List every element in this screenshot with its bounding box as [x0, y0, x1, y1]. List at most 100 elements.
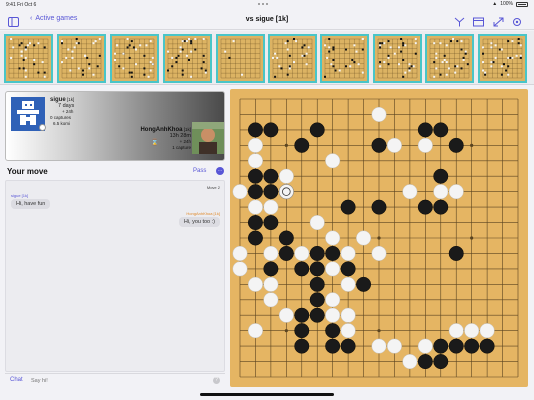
- black-stone: [247, 168, 263, 184]
- star-point: [377, 236, 381, 240]
- star-point: [284, 143, 288, 147]
- battery-icon: [516, 1, 528, 7]
- white-stone: [278, 307, 294, 323]
- white-stone: [371, 106, 387, 122]
- star-point: [377, 329, 381, 333]
- white-stone: [325, 153, 341, 169]
- game-thumbnail[interactable]: [425, 34, 474, 83]
- black-stone: [479, 338, 495, 354]
- white-stone: [232, 245, 248, 261]
- black-stone: [309, 122, 325, 138]
- black-stone: [340, 261, 356, 277]
- thumbnail-board: [167, 38, 208, 79]
- game-thumbnail[interactable]: [110, 34, 159, 83]
- player-avatar-bottom: [192, 122, 224, 154]
- black-stone: [263, 261, 279, 277]
- white-stone: [247, 137, 263, 153]
- black-stone: [448, 245, 464, 261]
- chat-area[interactable]: Move 2 sigue [1k] Hi, have fun HongAnhKh…: [5, 180, 225, 372]
- hourglass-icon: ⌛: [151, 140, 159, 146]
- white-stone: [325, 307, 341, 323]
- star-point: [470, 236, 474, 240]
- branch-icon[interactable]: [454, 14, 465, 27]
- star-point: [470, 143, 474, 147]
- black-stone: [448, 338, 464, 354]
- game-thumbnail[interactable]: [163, 34, 212, 83]
- avatar-status-dot: [39, 124, 46, 131]
- player-card: sigue [1k] 7 days + 24h 0 captures 6.5 k…: [5, 91, 225, 161]
- game-thumbnail[interactable]: [57, 34, 106, 83]
- game-thumbnail[interactable]: [216, 34, 265, 83]
- white-stone: [417, 137, 433, 153]
- thumbnail-board: [324, 38, 365, 79]
- black-stone: [340, 338, 356, 354]
- white-stone: [247, 276, 263, 292]
- wifi-icon: ▲: [492, 1, 498, 7]
- black-stone: [309, 276, 325, 292]
- black-stone: [278, 230, 294, 246]
- chat-author: HongAnhKhoa [1k]: [186, 211, 220, 216]
- thumbnail-board: [61, 38, 102, 79]
- black-stone: [263, 184, 279, 200]
- black-stone: [417, 354, 433, 370]
- multitask-dots: [258, 3, 276, 6]
- game-thumbnail[interactable]: [268, 34, 317, 83]
- settings-icon[interactable]: [512, 14, 523, 26]
- pass-button[interactable]: Pass: [193, 168, 206, 174]
- game-thumbnail[interactable]: [478, 34, 527, 83]
- white-stone: [356, 230, 372, 246]
- black-stone: [325, 338, 341, 354]
- white-stone: [247, 199, 263, 215]
- white-stone: [247, 323, 263, 339]
- white-stone: [371, 338, 387, 354]
- white-stone: [232, 184, 248, 200]
- white-stone: [247, 153, 263, 169]
- white-stone: [448, 323, 464, 339]
- black-stone: [294, 338, 310, 354]
- white-stone: [263, 245, 279, 261]
- white-stone: [294, 245, 310, 261]
- black-stone: [294, 261, 310, 277]
- black-stone: [371, 199, 387, 215]
- black-stone: [247, 122, 263, 138]
- chat-bar: Chat ?: [5, 373, 225, 387]
- black-stone: [448, 137, 464, 153]
- black-stone: [325, 323, 341, 339]
- white-stone: [232, 261, 248, 277]
- white-stone: [278, 168, 294, 184]
- go-board-canvas[interactable]: [230, 89, 528, 387]
- chat-author: sigue [1k]: [11, 193, 29, 198]
- chat-bubble: Hi, have fun: [11, 199, 51, 209]
- game-thumbnail[interactable]: [373, 34, 422, 83]
- white-stone: [263, 199, 279, 215]
- thumbnail-board: [377, 38, 418, 79]
- black-stone: [417, 122, 433, 138]
- white-stone: [325, 261, 341, 277]
- help-icon[interactable]: ?: [213, 377, 220, 384]
- black-stone: [278, 245, 294, 261]
- bottom-player-info: HongAnhKhoa [1k] 13h 28m + 24h 1 capture: [140, 127, 191, 150]
- black-stone: [433, 354, 449, 370]
- black-stone: [309, 245, 325, 261]
- game-thumbnail[interactable]: [4, 34, 53, 83]
- game-thumbnail[interactable]: [320, 34, 369, 83]
- expand-icon[interactable]: [493, 14, 504, 27]
- white-stone: [464, 323, 480, 339]
- chat-tab[interactable]: Chat: [10, 377, 23, 383]
- window-icon[interactable]: [473, 14, 484, 27]
- chat-input[interactable]: [31, 376, 211, 385]
- black-stone: [247, 184, 263, 200]
- navigation-bar: ‹ Active games vs sigue [1k]: [0, 10, 534, 30]
- go-board[interactable]: [230, 89, 528, 387]
- status-bar: 9:41 Fri Oct 6 ▲ 100%: [0, 0, 534, 10]
- black-stone: [263, 215, 279, 231]
- black-stone: [433, 122, 449, 138]
- thumbnail-board: [8, 38, 49, 79]
- black-stone: [294, 323, 310, 339]
- black-stone: [294, 137, 310, 153]
- black-stone: [371, 137, 387, 153]
- game-thumbnails-strip: [0, 31, 534, 85]
- white-stone: [386, 338, 402, 354]
- more-options-icon[interactable]: ⋯: [216, 167, 224, 175]
- white-stone: [402, 354, 418, 370]
